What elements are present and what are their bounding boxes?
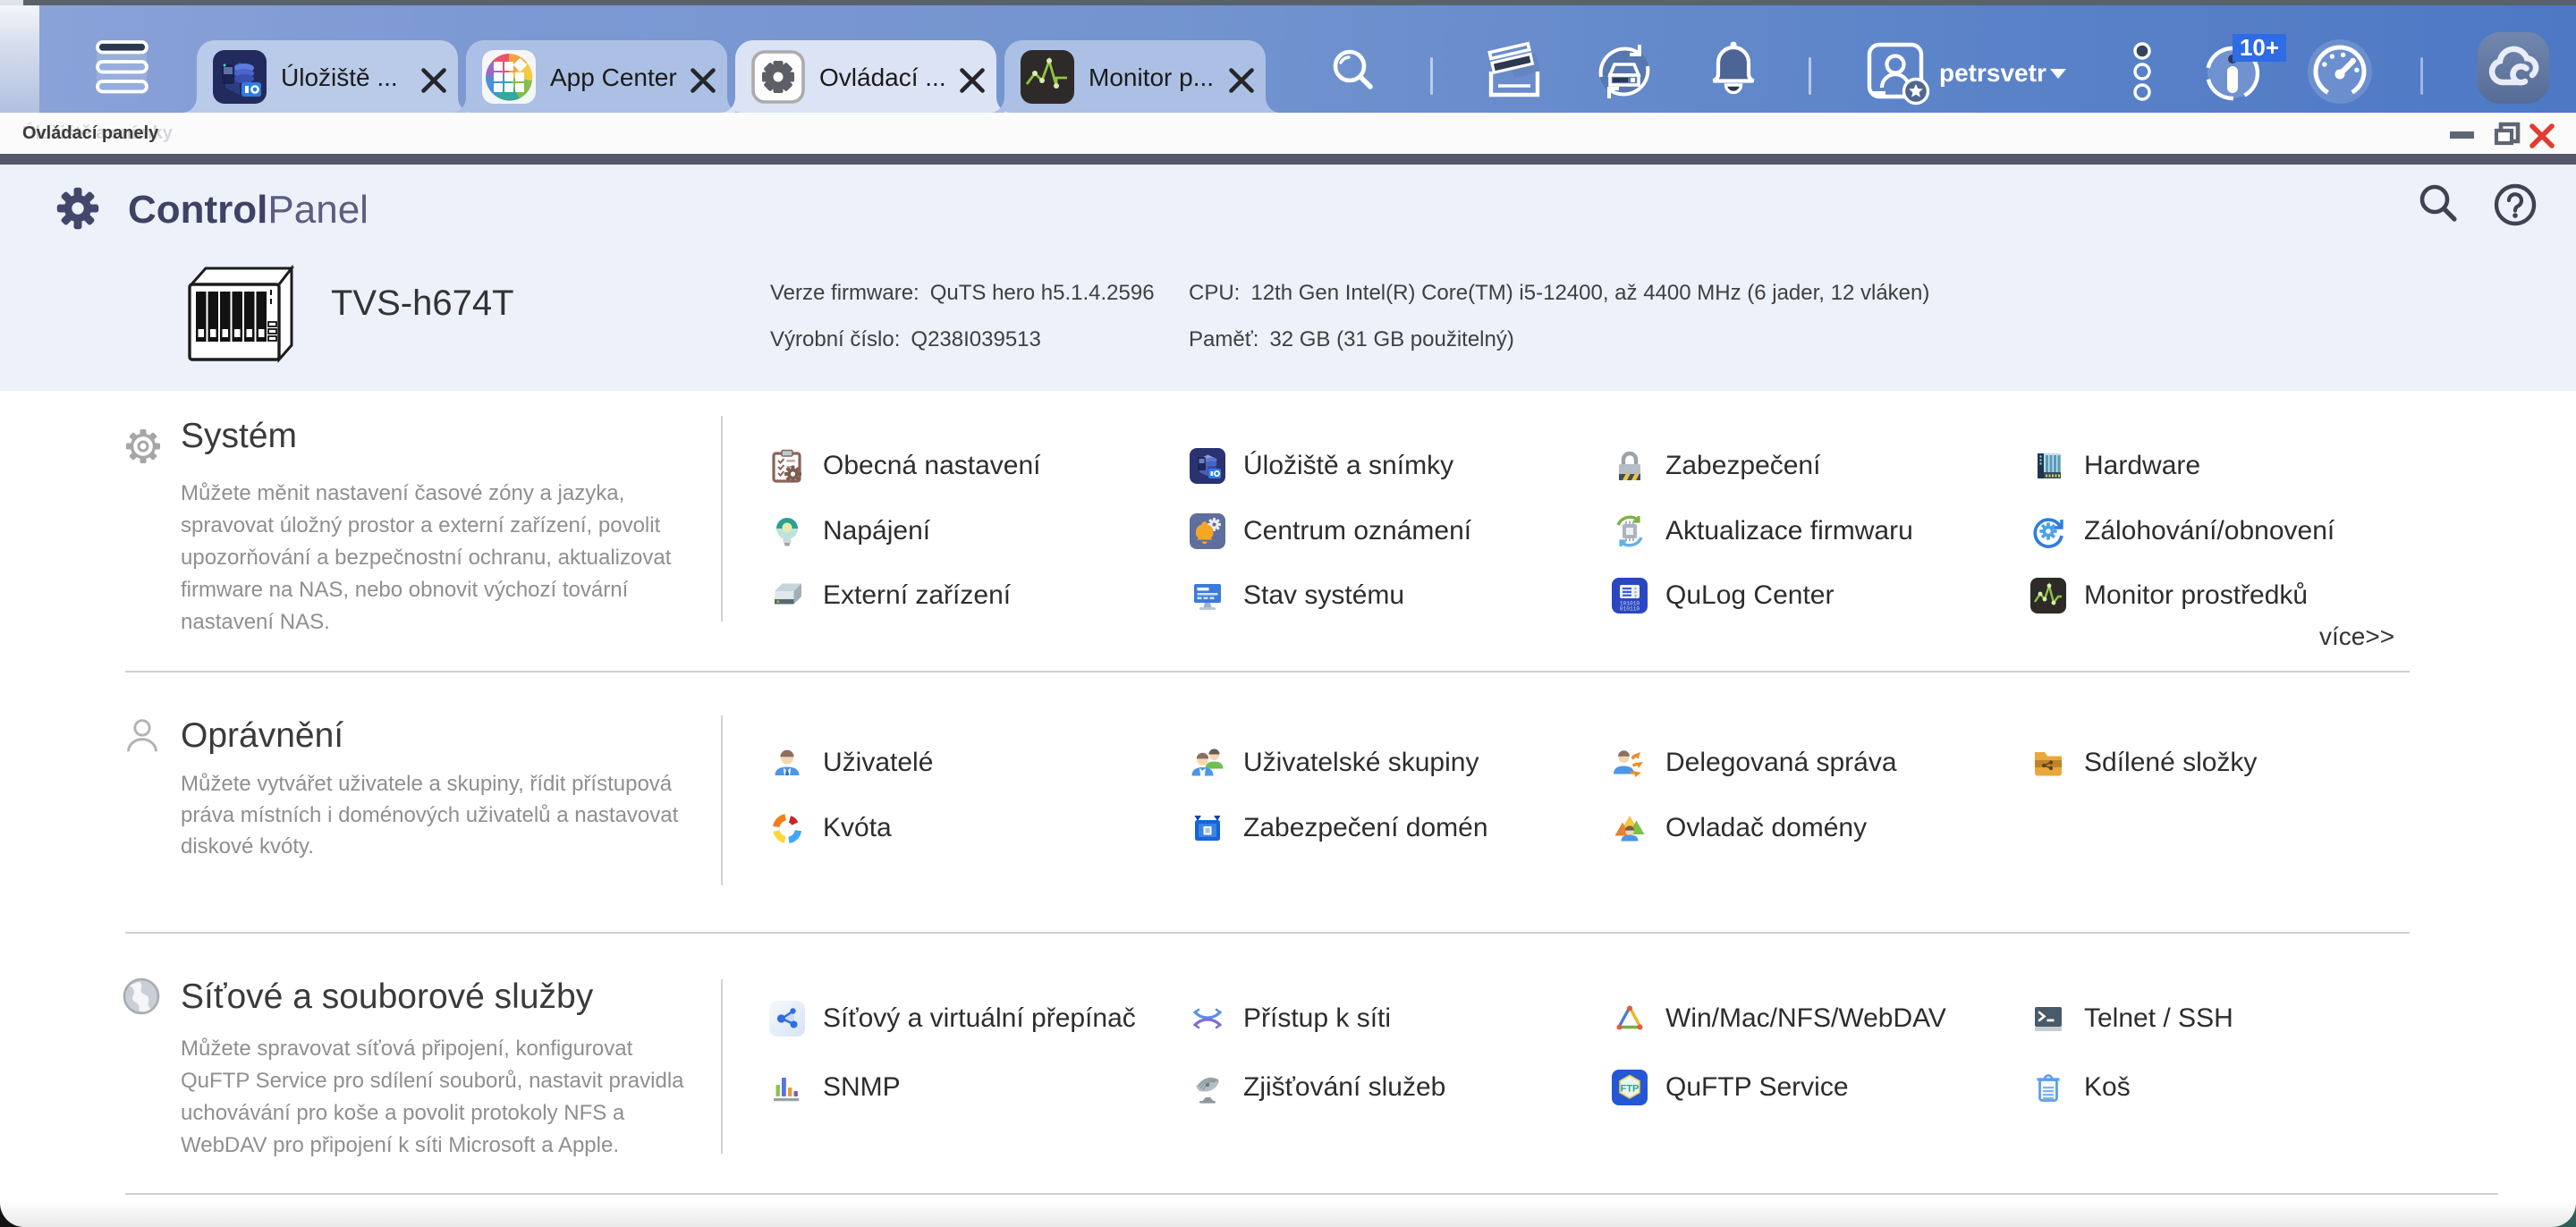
- svg-text:010110: 010110: [1620, 606, 1640, 613]
- svg-text:FTP: FTP: [1621, 1084, 1640, 1095]
